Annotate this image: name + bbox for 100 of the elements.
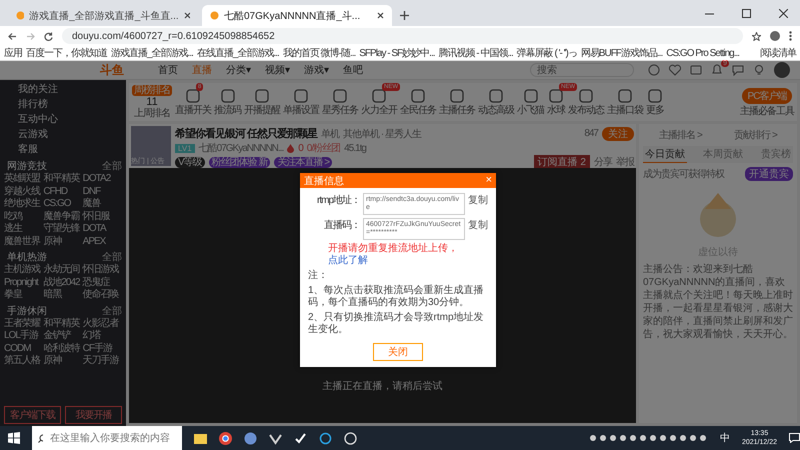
bookmark[interactable]: 在线直播_全部游戏... — [196, 46, 279, 60]
pc-client-button[interactable]: PC客户端 — [742, 88, 792, 104]
sidebar-item[interactable]: 我的关注 — [4, 82, 122, 97]
nav-link[interactable]: 首页 — [158, 63, 178, 77]
sidebar-item[interactable]: 云游戏 — [4, 127, 122, 142]
site-logo[interactable]: 斗鱼 — [100, 62, 124, 78]
activity-icon[interactable] — [618, 88, 632, 102]
category-link[interactable]: 暗黑 — [43, 289, 62, 302]
bookmark[interactable]: 腾讯视频 - 中国领... — [438, 46, 513, 60]
category-link[interactable]: 魔兽争霸 — [43, 210, 80, 223]
history-icon[interactable] — [648, 64, 660, 76]
category-link[interactable]: 哈利波特 — [43, 342, 80, 355]
reload-icon[interactable] — [44, 32, 53, 40]
activity-label[interactable]: 推流码 — [214, 104, 241, 116]
room-badge[interactable]: 关注本直播 > — [274, 156, 332, 168]
ime-indicator[interactable]: 中 — [720, 431, 730, 445]
learn-more-link[interactable]: 点此了解 — [328, 255, 368, 266]
taskbar-search-field[interactable]: 在这里输入你要搜索的内容 — [32, 426, 182, 450]
copy-link[interactable]: 复制 — [468, 218, 488, 232]
category-link[interactable]: 逃生 — [4, 223, 22, 236]
activity-icon[interactable] — [489, 88, 503, 102]
category-link[interactable]: 金铲铲 — [43, 330, 70, 342]
app-icon[interactable] — [269, 432, 282, 444]
bookmark[interactable]: 应用 — [4, 46, 22, 60]
activity-label[interactable]: 发布动态 — [568, 104, 604, 116]
category-link[interactable]: APEX — [82, 236, 106, 248]
folder-icon[interactable] — [194, 432, 207, 444]
activity-icon[interactable] — [648, 88, 662, 102]
room-badge[interactable]: V等级 — [175, 156, 205, 168]
sidebar-item[interactable]: 客服 — [4, 142, 122, 157]
category-link[interactable]: 幻塔 — [82, 330, 101, 342]
back-icon[interactable] — [8, 32, 17, 40]
reading-list[interactable]: 阅读清单 — [760, 46, 796, 60]
category-link[interactable]: 原神 — [43, 355, 62, 368]
browser-icon[interactable] — [219, 432, 232, 444]
category-link[interactable]: 吃鸡 — [4, 210, 22, 223]
browser-tab[interactable]: 游戏直播_全部游戏直播_斗鱼直... — [8, 5, 198, 26]
activity-label[interactable]: 单播设置 — [283, 104, 319, 116]
activity-icon[interactable] — [524, 88, 538, 102]
chat-icon[interactable] — [732, 64, 744, 76]
share-link[interactable]: 分享 — [594, 155, 612, 169]
ranking-link[interactable]: 贡献排行 > — [734, 128, 777, 142]
copy-link[interactable]: 复制 — [468, 193, 488, 207]
activity-label[interactable]: 主播任务 — [439, 104, 475, 116]
menu-icon[interactable] — [789, 31, 792, 41]
activity-icon[interactable] — [372, 88, 386, 102]
category-link[interactable]: CF手游 — [82, 342, 112, 355]
category-link[interactable]: DOTA2 — [82, 173, 110, 186]
activity-icon[interactable] — [186, 88, 200, 102]
category-link[interactable]: 守望先锋 — [43, 223, 80, 236]
room-badge[interactable]: 粉丝团体验 新 — [208, 156, 270, 168]
bookmark[interactable]: 游戏直播_全部游戏... — [111, 46, 193, 60]
category-link[interactable]: CS:GO — [43, 198, 71, 210]
category-link[interactable]: Propnight — [4, 276, 38, 289]
activity-icon[interactable] — [579, 88, 593, 102]
category-link[interactable]: 英雄联盟 — [4, 173, 40, 186]
more-link[interactable]: 全部 — [102, 250, 122, 264]
tray-icons-drawing[interactable] — [588, 433, 708, 443]
bookmark[interactable]: 百度一下，你就知道 — [26, 46, 107, 60]
sidebar-item[interactable]: 排行榜 — [4, 97, 122, 112]
nav-link[interactable]: 直播 — [192, 63, 212, 77]
category-link[interactable]: 穿越火线 — [4, 186, 40, 198]
activity-icon[interactable] — [220, 88, 234, 102]
category-link[interactable]: DNF — [82, 186, 100, 198]
category-link[interactable]: 绝地求生 — [4, 198, 40, 210]
bookmark[interactable]: 弹幕屏蔽 ( '- '')っ — [516, 46, 577, 60]
close-icon[interactable] — [377, 12, 384, 19]
category-link[interactable]: 拳皇 — [4, 289, 22, 302]
notification-icon[interactable] — [789, 433, 800, 443]
category-link[interactable]: 天刀手游 — [82, 355, 119, 368]
star-icon[interactable] — [752, 32, 761, 40]
category-link[interactable]: 怀旧游戏 — [82, 264, 119, 276]
category-link[interactable]: 战地2042 — [43, 276, 80, 289]
activity-icon[interactable] — [255, 88, 269, 102]
video-icon[interactable] — [690, 64, 702, 76]
new-tab-icon[interactable] — [400, 11, 409, 20]
activity-label[interactable]: 小飞猫 — [517, 104, 544, 116]
nav-link[interactable]: 分类▾ — [226, 63, 251, 77]
bookmark[interactable]: CS:GO Pro Setting... — [666, 48, 740, 58]
close-dialog-button[interactable]: 关闭 — [373, 343, 423, 361]
category-link[interactable]: 使命召唤 — [82, 289, 119, 302]
search-field[interactable]: 搜索 — [530, 63, 634, 77]
category-link[interactable]: LOL手游 — [4, 330, 38, 342]
start-icon[interactable] — [8, 432, 20, 444]
category-link[interactable]: 单机 — [321, 126, 340, 140]
category-link[interactable]: 火影忍者 — [82, 318, 119, 330]
category-path[interactable]: 其他单机 · 星秀人生 — [343, 126, 421, 140]
maximize-icon[interactable] — [742, 9, 751, 18]
heart-icon[interactable] — [669, 64, 681, 76]
nav-link[interactable]: 鱼吧 — [343, 63, 363, 77]
category-link[interactable]: 第五人格 — [4, 355, 40, 368]
more-link[interactable]: 全部 — [102, 304, 122, 318]
nav-link[interactable]: 游戏▾ — [304, 63, 329, 77]
category-link[interactable]: 王者荣耀 — [4, 318, 40, 330]
activity-label[interactable]: 全民任务 — [400, 104, 436, 116]
report-link[interactable]: 举报 — [616, 155, 634, 169]
activity-icon[interactable] — [450, 88, 464, 102]
sidebar-item[interactable]: 互动中心 — [4, 112, 122, 127]
activity-label[interactable]: 水球 — [547, 104, 565, 116]
bookmark[interactable]: 我的首页 微博-随... — [282, 46, 356, 60]
